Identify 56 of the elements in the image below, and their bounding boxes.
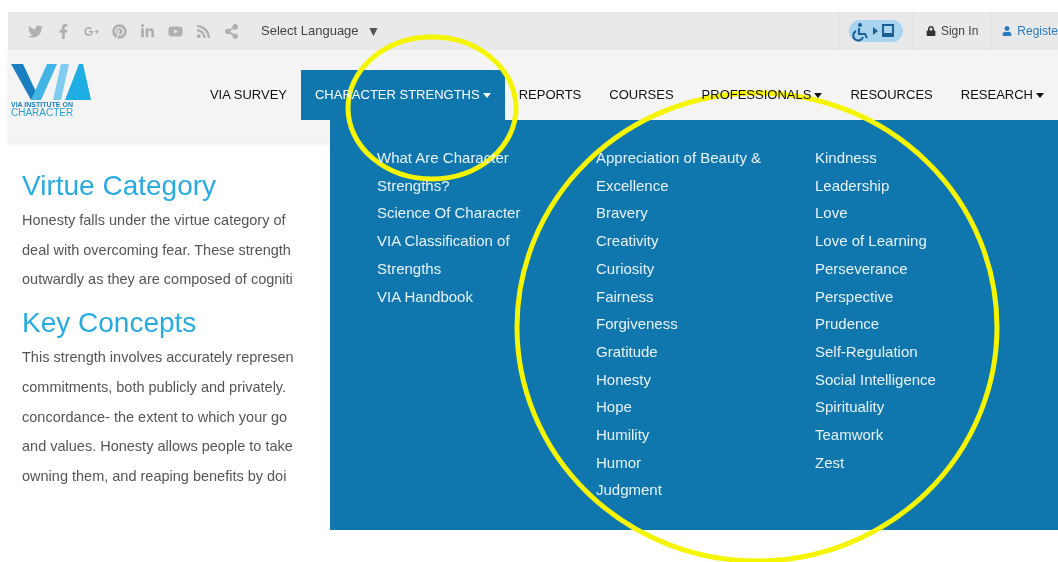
linkedin-icon[interactable] — [140, 23, 155, 39]
menu-item[interactable]: Perspective — [815, 282, 894, 311]
twitter-icon[interactable] — [28, 23, 43, 39]
menu-item[interactable]: Judgment — [596, 476, 662, 505]
menu-item[interactable]: Prudence — [815, 310, 880, 338]
menu-item[interactable]: Teamwork — [815, 421, 884, 449]
menu-item[interactable]: Gratitude — [596, 337, 658, 366]
menu-item[interactable]: Forgiveness — [596, 310, 678, 338]
lock-icon — [925, 26, 936, 36]
menu-item[interactable]: Appreciation of Beauty & Excellence — [596, 144, 768, 200]
menu-item[interactable]: Love — [815, 199, 848, 228]
nav-tab[interactable]: RESEARCH — [946, 70, 1058, 120]
nav-tab[interactable]: COURSES — [595, 70, 688, 120]
rss-icon[interactable] — [196, 23, 211, 39]
user-icon — [1002, 26, 1013, 36]
body-text-line: commitments, both publicly and privately. — [22, 377, 287, 397]
menu-item[interactable]: Perseverance — [815, 254, 908, 283]
menu-item[interactable]: Bravery — [596, 199, 648, 228]
menu-item[interactable]: Social Intelligence — [815, 365, 936, 394]
body-text-line: This strength involves accurately represen — [22, 348, 294, 368]
section-heading: Virtue Category — [22, 169, 217, 203]
menu-item[interactable]: Curiosity — [596, 254, 655, 283]
body-text-line: Honesty falls under the virtue category of — [22, 211, 286, 230]
sign-in-link[interactable]: Sign In — [925, 22, 979, 40]
body-text-line: and values. Honesty allows people to take — [22, 437, 293, 457]
register-link[interactable]: Registe — [1002, 22, 1058, 40]
menu-item[interactable]: Self-Regulation — [815, 337, 918, 366]
menu-item[interactable]: Creativity — [596, 227, 659, 255]
nav-tab[interactable]: RESOURCES — [836, 70, 947, 120]
menu-item[interactable]: Humility — [596, 421, 650, 449]
menu-item[interactable]: Honesty — [596, 365, 652, 394]
menu-item[interactable]: VIA Classification of Strengths — [377, 227, 549, 283]
menu-item[interactable]: Zest — [815, 448, 845, 477]
menu-item[interactable]: Spirituality — [815, 393, 885, 422]
pinterest-icon[interactable] — [112, 23, 127, 39]
menu-item[interactable]: Hope — [596, 393, 632, 422]
menu-item[interactable]: Science Of Character — [377, 199, 521, 228]
menu-item[interactable]: Kindness — [815, 144, 877, 172]
body-text-line: outwardly as they are composed of cogniti — [22, 270, 293, 290]
logo-icon — [11, 64, 91, 100]
facebook-icon[interactable] — [56, 23, 71, 39]
nav-tab[interactable]: REPORTS — [504, 70, 596, 120]
menu-item[interactable]: Fairness — [596, 282, 654, 311]
accessibility-icon[interactable] — [848, 19, 903, 43]
section-heading: Key Concepts — [22, 306, 197, 341]
body-text-line: concordance- the extent to which your go — [22, 407, 288, 427]
menu-item[interactable]: Humor — [596, 448, 641, 477]
language-select[interactable]: Select Language ▼ — [261, 20, 381, 42]
body-text-line: deal with overcoming fear. These strength — [22, 240, 291, 260]
body-text-line: owning them, and reaping benefits by doi — [22, 466, 287, 486]
share-icon[interactable] — [224, 23, 239, 39]
menu-item[interactable]: VIA Handbook — [377, 282, 473, 311]
logo-text: CHARACTER — [11, 108, 75, 118]
nav-tab[interactable]: VIA SURVEY — [195, 70, 301, 120]
menu-item[interactable]: Love of Learning — [815, 227, 927, 255]
menu-item[interactable]: Leadership — [815, 171, 890, 200]
